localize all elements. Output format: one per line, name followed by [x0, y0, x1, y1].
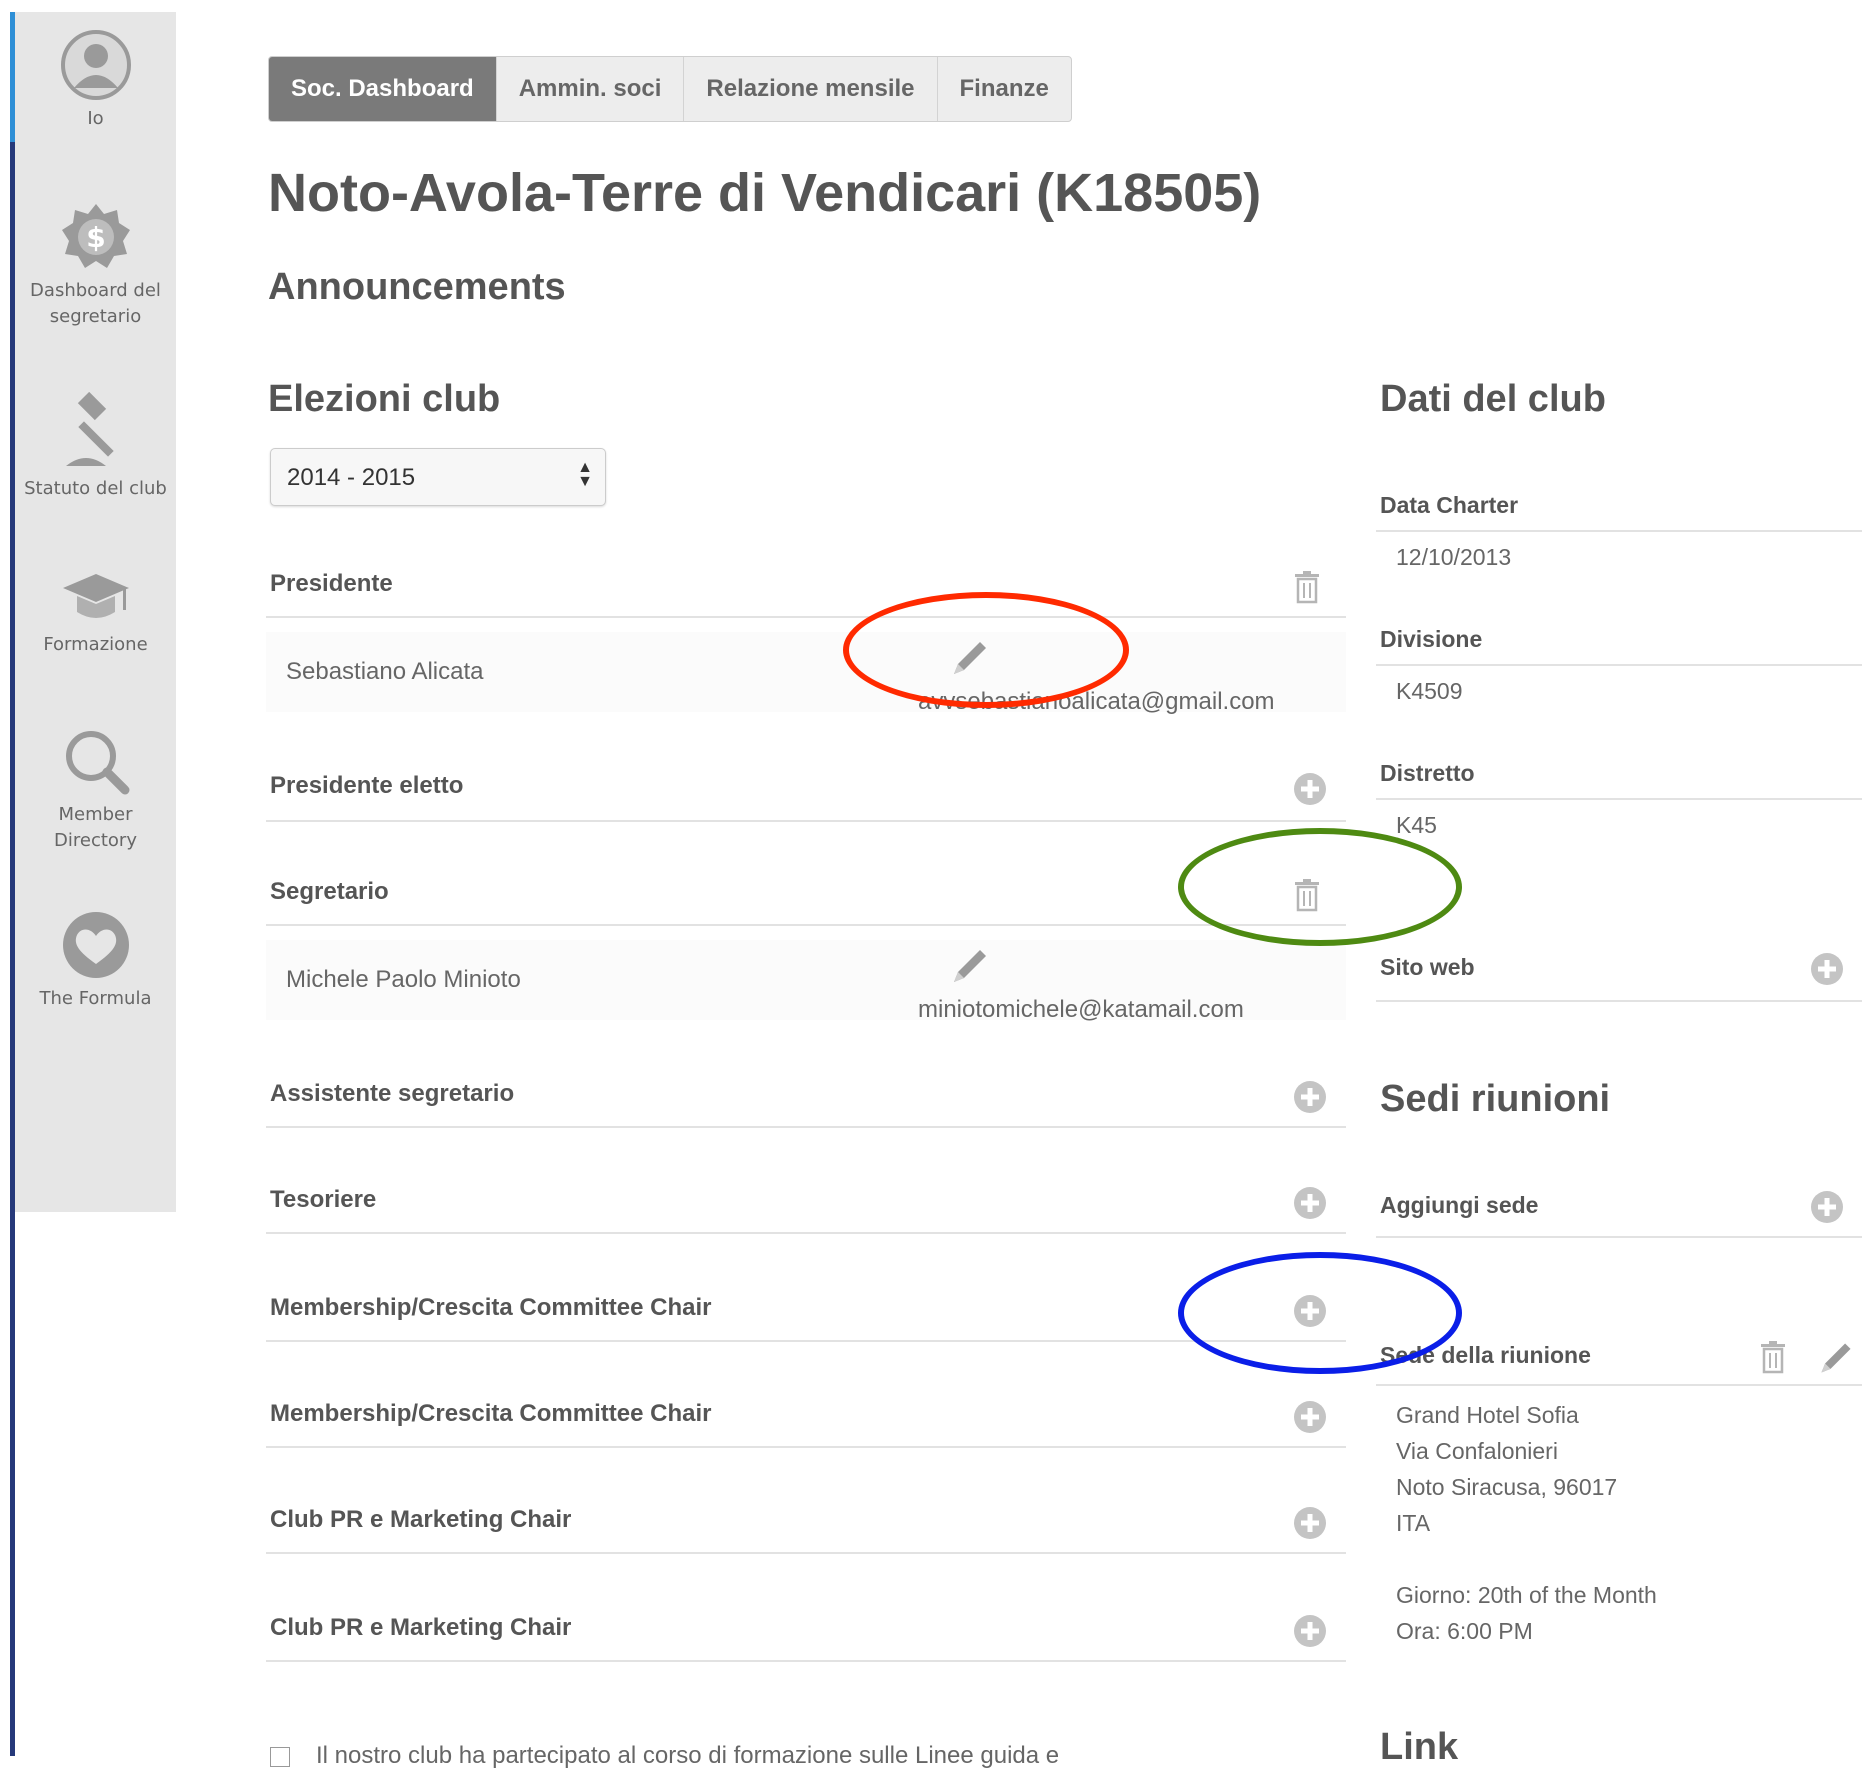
plus-circle-icon[interactable]	[1293, 1614, 1327, 1648]
venue-address-city: Noto Siracusa, 96017	[1396, 1474, 1618, 1500]
website-label: Sito web	[1380, 954, 1475, 980]
role-label: Club PR e Marketing Chair	[270, 1506, 572, 1533]
plus-circle-icon[interactable]	[1293, 1506, 1327, 1540]
person-name: Sebastiano Alicata	[286, 658, 484, 685]
tab-soc-dashboard[interactable]: Soc. Dashboard	[269, 57, 496, 121]
role-row-pr-chair-2: Club PR e Marketing Chair	[266, 1600, 1346, 1662]
links-heading: Link	[1380, 1726, 1459, 1768]
venue-address-name: Grand Hotel Sofia	[1396, 1402, 1579, 1428]
svg-text:$: $	[86, 221, 105, 254]
person-name: Michele Paolo Minioto	[286, 966, 521, 993]
pencil-icon[interactable]	[1816, 1338, 1856, 1378]
gavel-icon	[65, 392, 114, 466]
person-row-segretario: Michele Paolo Minioto miniotomichele@kat…	[266, 940, 1346, 1023]
select-arrows-icon: ▲ ▼	[577, 459, 593, 490]
sidebar-item-label: Io	[87, 108, 104, 129]
sidebar: Io $ Dashboard del segretario Statuto de…	[15, 12, 176, 1212]
role-row-membership-chair-2: Membership/Crescita Committee Chair	[266, 1386, 1346, 1448]
role-row-pr-chair-1: Club PR e Marketing Chair	[266, 1492, 1346, 1554]
venue-time: Ora: 6:00 PM	[1396, 1618, 1533, 1644]
trash-icon[interactable]	[1292, 878, 1322, 912]
role-row-tesoriere: Tesoriere	[266, 1172, 1346, 1234]
field-label-distretto: Distretto	[1380, 760, 1475, 786]
field-value-data-charter: 12/10/2013	[1396, 544, 1512, 570]
year-select[interactable]: 2014 - 2015 ▲ ▼	[270, 448, 606, 506]
role-label: Assistente segretario	[270, 1080, 515, 1107]
meeting-places-heading: Sedi riunioni	[1380, 1078, 1611, 1120]
divider	[1376, 530, 1862, 532]
sidebar-item-formazione[interactable]: Formazione	[15, 568, 176, 658]
search-icon	[65, 731, 129, 795]
person-email: avvsebastianoalicata@gmail.com	[918, 688, 1275, 715]
role-label: Membership/Crescita Committee Chair	[270, 1294, 712, 1321]
heart-icon	[62, 912, 129, 978]
tab-bar: Soc. Dashboard Ammin. soci Relazione men…	[268, 56, 1072, 122]
role-label: Club PR e Marketing Chair	[270, 1614, 572, 1641]
role-row-presidente: Presidente	[266, 560, 1346, 618]
pencil-icon[interactable]	[948, 636, 992, 680]
tab-relazione-mensile[interactable]: Relazione mensile	[683, 57, 936, 121]
venue-address-country: ITA	[1396, 1510, 1431, 1536]
field-value-divisione: K4509	[1396, 678, 1463, 704]
field-value-distretto: K45	[1396, 812, 1437, 838]
field-label-divisione: Divisione	[1380, 626, 1483, 652]
plus-circle-icon[interactable]	[1293, 1294, 1327, 1328]
user-icon	[60, 30, 131, 100]
tab-finanze[interactable]: Finanze	[936, 57, 1071, 121]
person-email: miniotomichele@katamail.com	[918, 996, 1244, 1023]
role-label: Segretario	[270, 878, 389, 905]
sidebar-item-label: Dashboard del segretario	[30, 280, 161, 327]
training-checkbox-row: Il nostro club ha partecipato al corso d…	[270, 1742, 1059, 1770]
field-label-data-charter: Data Charter	[1380, 492, 1519, 518]
club-data-heading: Dati del club	[1380, 378, 1606, 420]
sidebar-item-label: The Formula	[39, 988, 152, 1009]
role-label: Presidente	[270, 570, 393, 597]
venue-label: Sede della riunione	[1380, 1342, 1591, 1368]
dollar-badge-icon: $	[61, 204, 130, 268]
elections-heading: Elezioni club	[268, 378, 501, 420]
training-checkbox[interactable]	[270, 1746, 290, 1767]
sidebar-item-label: Statuto del club	[24, 478, 167, 499]
trash-icon[interactable]	[1292, 570, 1322, 604]
role-row-segretario: Segretario	[266, 866, 1346, 926]
person-row-presidente: Sebastiano Alicata avvsebastianoalicata@…	[266, 632, 1346, 715]
divider	[1376, 1236, 1862, 1238]
plus-circle-icon[interactable]	[1293, 1080, 1327, 1114]
pencil-icon[interactable]	[948, 944, 992, 988]
sidebar-item-label: Member Directory	[54, 804, 137, 851]
graduation-cap-icon	[62, 574, 129, 618]
divider	[1376, 1000, 1862, 1002]
role-label: Membership/Crescita Committee Chair	[270, 1400, 712, 1427]
trash-icon[interactable]	[1758, 1340, 1788, 1374]
sidebar-item-the-formula[interactable]: The Formula	[15, 908, 176, 1012]
plus-circle-icon[interactable]	[1810, 1190, 1844, 1224]
role-label: Presidente eletto	[270, 772, 464, 799]
venue-address-street: Via Confalonieri	[1396, 1438, 1558, 1464]
venue-day: Giorno: 20th of the Month	[1396, 1582, 1657, 1608]
divider	[1376, 798, 1862, 800]
announcements-heading: Announcements	[268, 266, 566, 308]
plus-circle-icon[interactable]	[1810, 952, 1844, 986]
plus-circle-icon[interactable]	[1293, 772, 1327, 806]
role-row-presidente-eletto: Presidente eletto	[266, 760, 1346, 822]
role-row-membership-chair-1: Membership/Crescita Committee Chair	[266, 1280, 1346, 1342]
sidebar-item-io[interactable]: Io	[15, 28, 176, 132]
sidebar-item-label: Formazione	[43, 634, 148, 655]
plus-circle-icon[interactable]	[1293, 1400, 1327, 1434]
sidebar-item-statuto[interactable]: Statuto del club	[15, 392, 176, 502]
year-select-value: 2014 - 2015	[287, 464, 416, 491]
page-title: Noto-Avola-Terre di Vendicari (K18505)	[268, 163, 1262, 223]
role-label: Tesoriere	[270, 1186, 377, 1213]
plus-circle-icon[interactable]	[1293, 1186, 1327, 1220]
role-row-assistente-segretario: Assistente segretario	[266, 1066, 1346, 1128]
tab-ammin-soci[interactable]: Ammin. soci	[495, 57, 684, 121]
divider	[1376, 664, 1862, 666]
divider	[1376, 1384, 1862, 1386]
add-venue-label: Aggiungi sede	[1380, 1192, 1539, 1218]
sidebar-item-dashboard-segretario[interactable]: $ Dashboard del segretario	[15, 200, 176, 330]
sidebar-item-member-directory[interactable]: Member Directory	[15, 724, 176, 854]
